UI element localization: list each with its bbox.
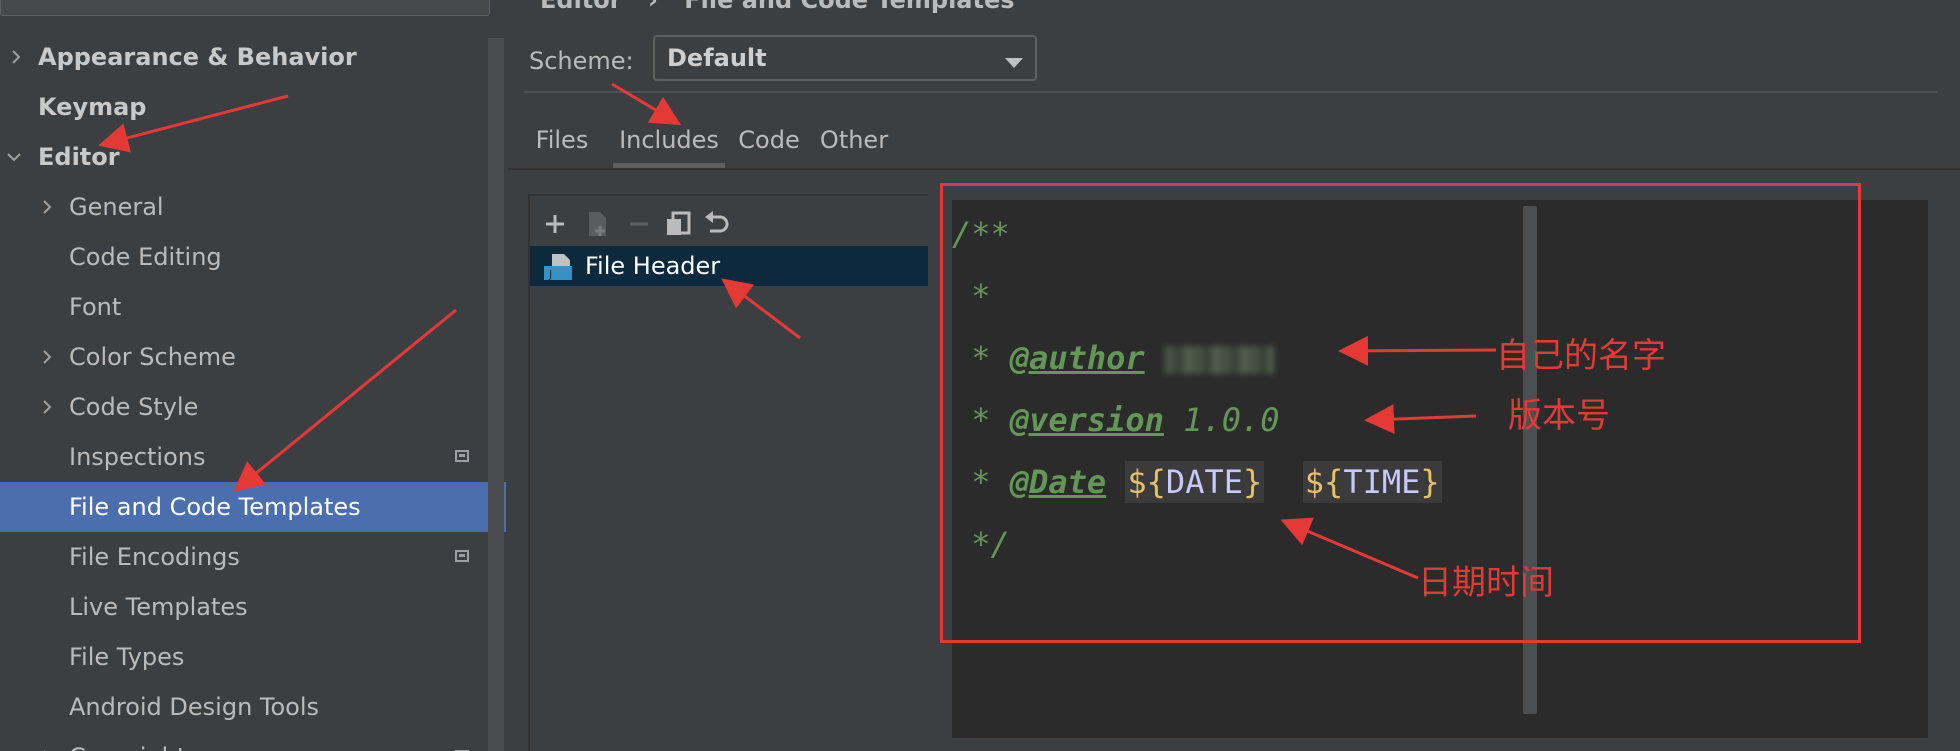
project-settings-icon [455, 550, 469, 562]
scheme-value: Default [667, 44, 767, 72]
divider [508, 168, 1960, 170]
sidebar-item-label: Editor [38, 143, 120, 171]
sidebar-item-copyright[interactable]: Copyright [0, 732, 506, 751]
sidebar-item-label: Android Design Tools [69, 693, 320, 721]
tab-includes[interactable]: Includes [613, 118, 725, 168]
settings-sidebar: Appearance & Behavior Keymap Editor Gene… [0, 0, 506, 751]
sidebar-item-appearance-behavior[interactable]: Appearance & Behavior [0, 32, 506, 82]
sidebar-item-code-style[interactable]: Code Style [0, 382, 506, 432]
chevron-right-icon[interactable] [39, 199, 55, 215]
sidebar-item-label: Live Templates [69, 593, 248, 621]
sidebar-item-label: Inspections [69, 443, 206, 471]
sidebar-item-label: General [69, 193, 164, 221]
breadcrumb: Editor › File and Code Templates [540, 0, 1015, 14]
project-settings-icon [455, 450, 469, 462]
sidebar-item-label: File and Code Templates [69, 493, 361, 521]
tab-code[interactable]: Code [737, 118, 801, 168]
tab-other[interactable]: Other [814, 118, 894, 168]
sidebar-item-keymap[interactable]: Keymap [0, 82, 506, 132]
sidebar-item-general[interactable]: General [0, 182, 506, 232]
sidebar-item-editor[interactable]: Editor [0, 132, 506, 182]
chevron-down-icon[interactable] [6, 149, 22, 165]
sidebar-item-label: Keymap [38, 93, 147, 121]
chevron-right-icon[interactable] [8, 49, 24, 65]
sidebar-scrollbar[interactable] [488, 38, 504, 751]
sidebar-item-label: Color Scheme [69, 343, 236, 371]
breadcrumb-parent: Editor [540, 0, 622, 14]
sidebar-item-file-and-code-templates[interactable]: File and Code Templates [0, 482, 506, 532]
tab-files[interactable]: Files [524, 118, 600, 168]
sidebar-item-label: Code Style [69, 393, 199, 421]
settings-search-input[interactable] [0, 0, 490, 16]
plus-icon[interactable] [539, 208, 571, 240]
scheme-label: Scheme: [529, 47, 634, 75]
annotation-highlight-box [940, 183, 1861, 643]
splitter[interactable] [928, 194, 938, 751]
sidebar-item-label: Font [69, 293, 122, 321]
sidebar-item-color-scheme[interactable]: Color Scheme [0, 332, 506, 382]
undo-icon[interactable] [701, 208, 733, 240]
sidebar-item-live-templates[interactable]: Live Templates [0, 582, 506, 632]
sidebar-item-label: Copyright [69, 732, 186, 751]
breadcrumb-separator: › [647, 0, 658, 14]
sidebar-item-label: Code Editing [69, 243, 222, 271]
chevron-right-icon[interactable] [39, 349, 55, 365]
templates-list-panel: J File Header [528, 194, 928, 751]
minus-icon[interactable] [623, 208, 655, 240]
sidebar-item-file-types[interactable]: File Types [0, 632, 506, 682]
sidebar-item-label: File Encodings [69, 543, 240, 571]
java-file-icon: J [544, 254, 572, 281]
sidebar-item-file-encodings[interactable]: File Encodings [0, 532, 506, 582]
sidebar-item-label: File Types [69, 643, 185, 671]
sidebar-item-android-design-tools[interactable]: Android Design Tools [0, 682, 506, 732]
sidebar-item-label: Appearance & Behavior [38, 43, 357, 71]
panel-edge [1940, 200, 1960, 751]
breadcrumb-current: File and Code Templates [684, 0, 1015, 14]
annotation-date-note: 日期时间 [1418, 563, 1554, 603]
add-file-icon[interactable] [581, 208, 613, 240]
sidebar-item-inspections[interactable]: Inspections [0, 432, 506, 482]
copy-icon[interactable] [662, 208, 694, 240]
scheme-dropdown[interactable]: Default [653, 35, 1037, 81]
template-list-item-label: File Header [585, 252, 721, 280]
dropdown-arrow-icon[interactable] [1005, 53, 1023, 72]
divider [524, 91, 1938, 93]
annotation-author-note: 自己的名字 [1496, 336, 1666, 376]
annotation-version-note: 版本号 [1508, 396, 1610, 436]
chevron-right-icon[interactable] [39, 399, 55, 415]
sidebar-item-code-editing[interactable]: Code Editing [0, 232, 506, 282]
svg-text:J: J [548, 268, 552, 280]
sidebar-item-font[interactable]: Font [0, 282, 506, 332]
template-list-item-file-header[interactable]: J File Header [530, 246, 928, 286]
